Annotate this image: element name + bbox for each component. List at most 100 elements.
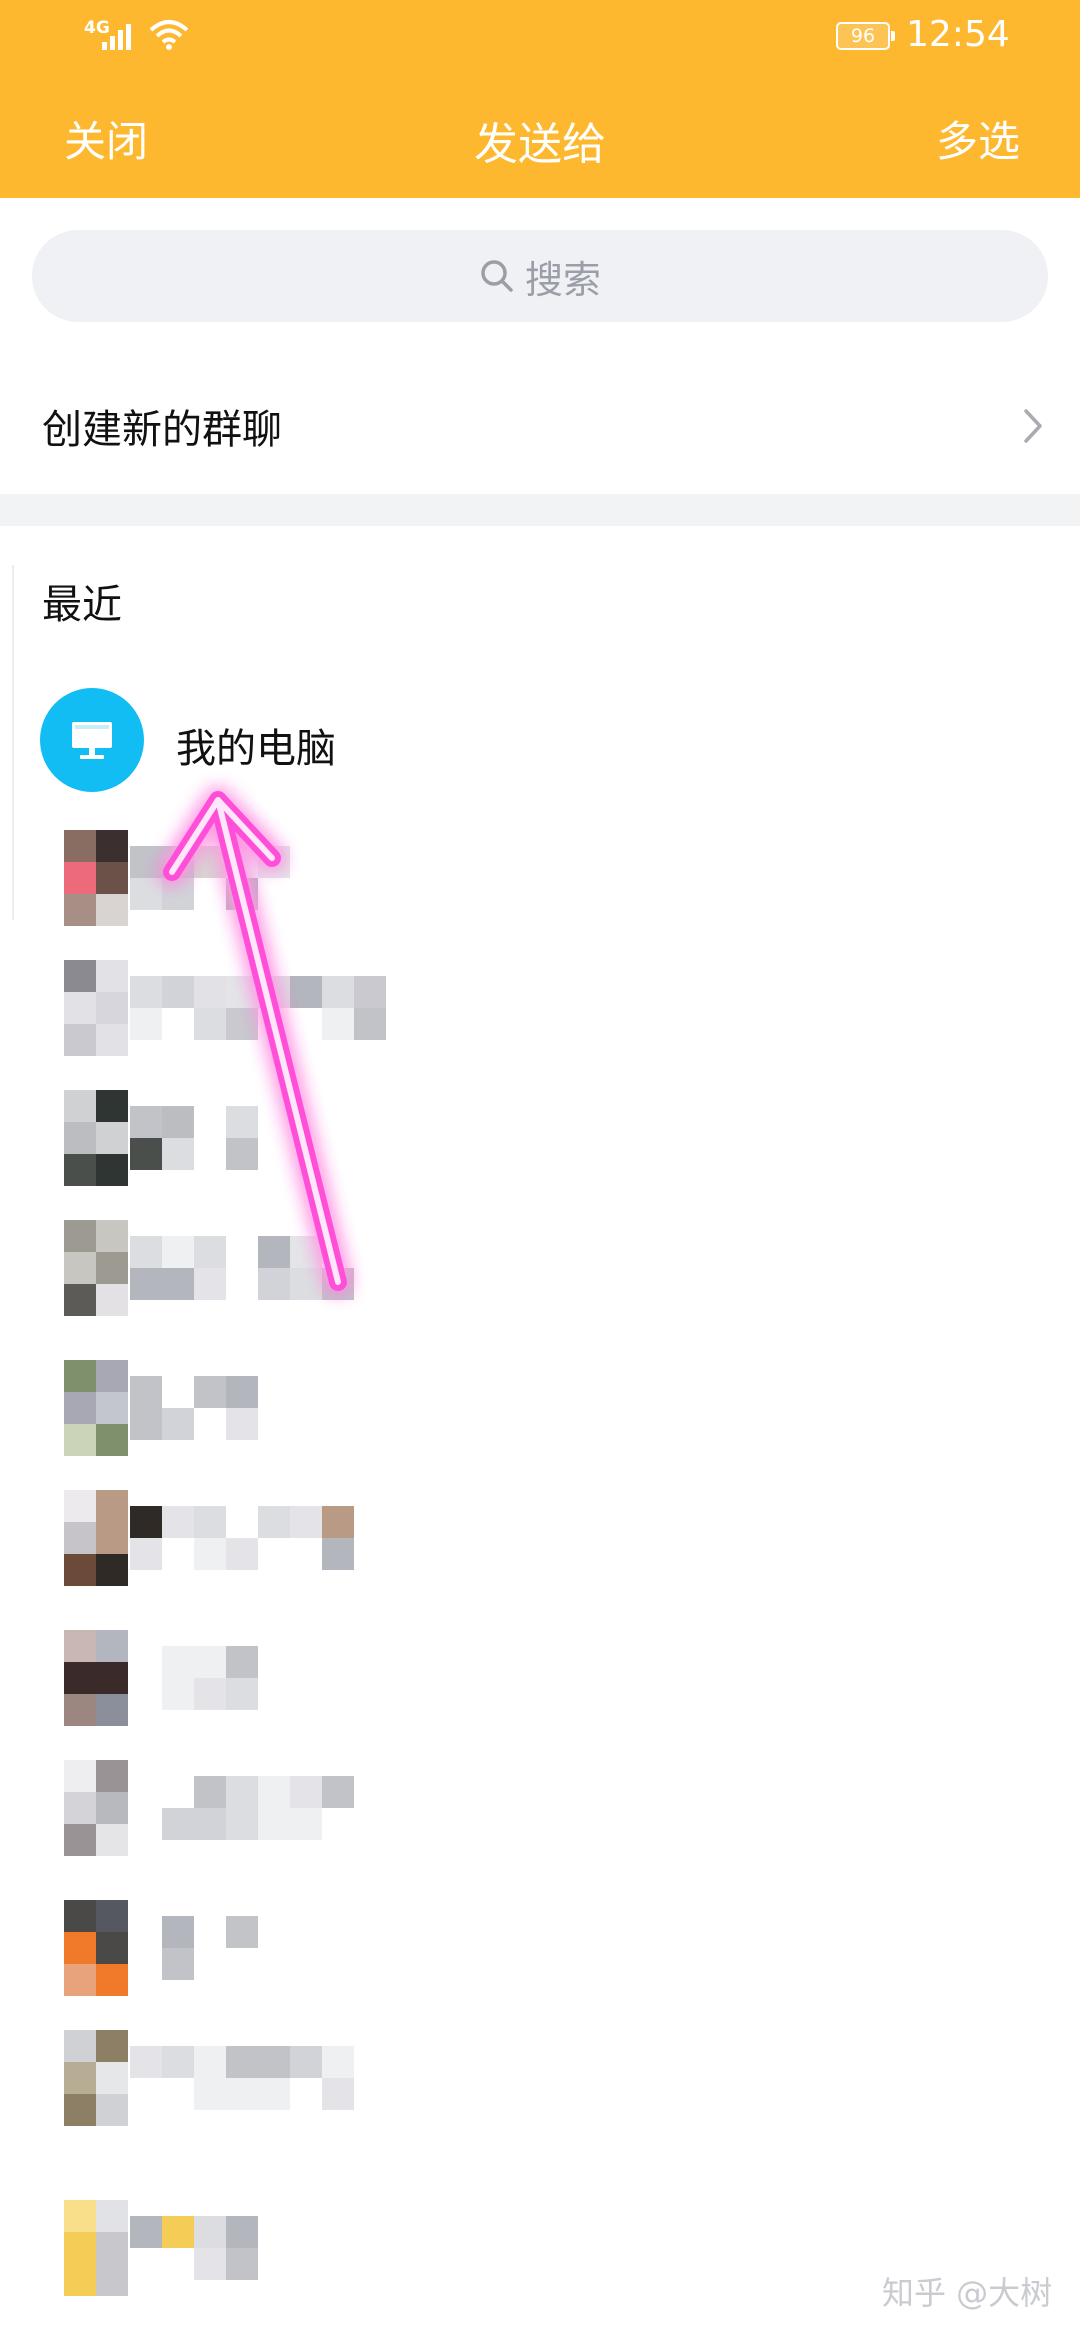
mosaic-block — [96, 2062, 128, 2094]
contact-row-redacted[interactable] — [30, 2030, 630, 2160]
mosaic-block — [258, 1236, 290, 1268]
mosaic-block — [130, 1106, 162, 1138]
contact-row-redacted[interactable] — [30, 1090, 630, 1220]
mosaic-block — [64, 1964, 96, 1996]
mosaic-block — [162, 2046, 194, 2078]
mosaic-block — [130, 1008, 162, 1040]
mosaic-block — [162, 1506, 194, 1538]
mosaic-block — [130, 1268, 162, 1300]
mosaic-block — [130, 846, 162, 878]
mosaic-block — [258, 1776, 290, 1808]
mosaic-block — [96, 2232, 128, 2264]
mosaic-block — [64, 1760, 96, 1792]
contact-row-redacted[interactable] — [30, 1360, 630, 1490]
contact-row-redacted[interactable] — [30, 1900, 630, 2030]
mosaic-block — [64, 2264, 96, 2296]
mosaic-block — [290, 1808, 322, 1840]
mosaic-block — [162, 1916, 194, 1948]
mosaic-block — [258, 976, 290, 1008]
mosaic-block — [96, 1522, 128, 1554]
monitor-icon — [72, 722, 112, 759]
mosaic-block — [96, 1932, 128, 1964]
mosaic-block — [130, 976, 162, 1008]
contact-row-redacted[interactable] — [30, 960, 630, 1090]
mosaic-block — [64, 992, 96, 1024]
contact-row-redacted[interactable] — [30, 1490, 630, 1620]
mosaic-block — [130, 2216, 162, 2248]
mosaic-block — [64, 1122, 96, 1154]
mosaic-block — [162, 1808, 194, 1840]
mosaic-block — [226, 2078, 258, 2110]
search-placeholder: 搜索 — [524, 257, 601, 302]
mosaic-block — [96, 1792, 128, 1824]
mosaic-block — [96, 1220, 128, 1252]
mosaic-block — [162, 1268, 194, 1300]
mosaic-block — [130, 1376, 162, 1408]
mosaic-block — [64, 1900, 96, 1932]
mosaic-block — [96, 1024, 128, 1056]
mosaic-block — [64, 1792, 96, 1824]
contact-row-redacted[interactable] — [30, 1760, 630, 1890]
mosaic-block — [290, 2046, 322, 2078]
mosaic-block — [194, 1678, 226, 1710]
mosaic-block — [130, 1506, 162, 1538]
contact-row-redacted[interactable] — [30, 1220, 630, 1350]
contact-my-computer[interactable]: 我的电脑 — [0, 686, 1080, 798]
mosaic-block — [226, 2248, 258, 2280]
mosaic-block — [64, 1090, 96, 1122]
mosaic-block — [226, 1646, 258, 1678]
mosaic-block — [290, 976, 322, 1008]
mosaic-block — [162, 1106, 194, 1138]
mosaic-block — [64, 1522, 96, 1554]
mosaic-block — [226, 846, 258, 878]
mosaic-block — [64, 1490, 96, 1522]
mosaic-block — [226, 1916, 258, 1948]
multi-select-button[interactable]: 多选 — [936, 108, 1020, 169]
mosaic-block — [64, 1220, 96, 1252]
mosaic-block — [162, 1646, 194, 1678]
mosaic-block — [194, 1538, 226, 1570]
create-group-row[interactable]: 创建新的群聊 — [0, 370, 1080, 482]
mosaic-block — [64, 1392, 96, 1424]
status-time: 12:54 — [906, 14, 1010, 55]
mosaic-block — [194, 1776, 226, 1808]
mosaic-block — [322, 1538, 354, 1570]
mosaic-block — [96, 960, 128, 992]
mosaic-block — [162, 1236, 194, 1268]
close-button[interactable]: 关闭 — [64, 108, 148, 169]
mosaic-block — [130, 1538, 162, 1570]
mosaic-block — [226, 1538, 258, 1570]
mosaic-block — [96, 1900, 128, 1932]
mosaic-block — [322, 976, 354, 1008]
mosaic-block — [194, 1236, 226, 1268]
mosaic-block — [226, 2046, 258, 2078]
section-title-recent: 最近 — [42, 582, 122, 628]
mosaic-block — [162, 1948, 194, 1980]
search-input[interactable]: 搜索 — [32, 230, 1048, 322]
mosaic-block — [162, 878, 194, 910]
mosaic-block — [130, 1408, 162, 1440]
mosaic-block — [226, 1678, 258, 1710]
mosaic-block — [96, 1490, 128, 1522]
signal-icon — [102, 24, 131, 50]
mosaic-block — [64, 862, 96, 894]
mosaic-block — [64, 1424, 96, 1456]
mosaic-block — [96, 1964, 128, 1996]
contact-row-redacted[interactable] — [30, 1630, 630, 1760]
mosaic-block — [64, 1360, 96, 1392]
contact-row-redacted[interactable] — [30, 830, 630, 960]
mosaic-block — [64, 960, 96, 992]
mosaic-block — [194, 1646, 226, 1678]
mosaic-block — [322, 1776, 354, 1808]
mosaic-block — [322, 1008, 354, 1040]
mosaic-block — [258, 2046, 290, 2078]
mosaic-block — [258, 1808, 290, 1840]
mosaic-block — [96, 1392, 128, 1424]
mosaic-block — [194, 1376, 226, 1408]
mosaic-block — [96, 862, 128, 894]
top-bar: 4G 96 12:54 关闭 发送给 多选 — [0, 0, 1080, 198]
wifi-icon — [149, 20, 189, 50]
contact-row-redacted[interactable] — [30, 2200, 630, 2330]
mosaic-block — [226, 2216, 258, 2248]
mosaic-block — [64, 1662, 96, 1694]
